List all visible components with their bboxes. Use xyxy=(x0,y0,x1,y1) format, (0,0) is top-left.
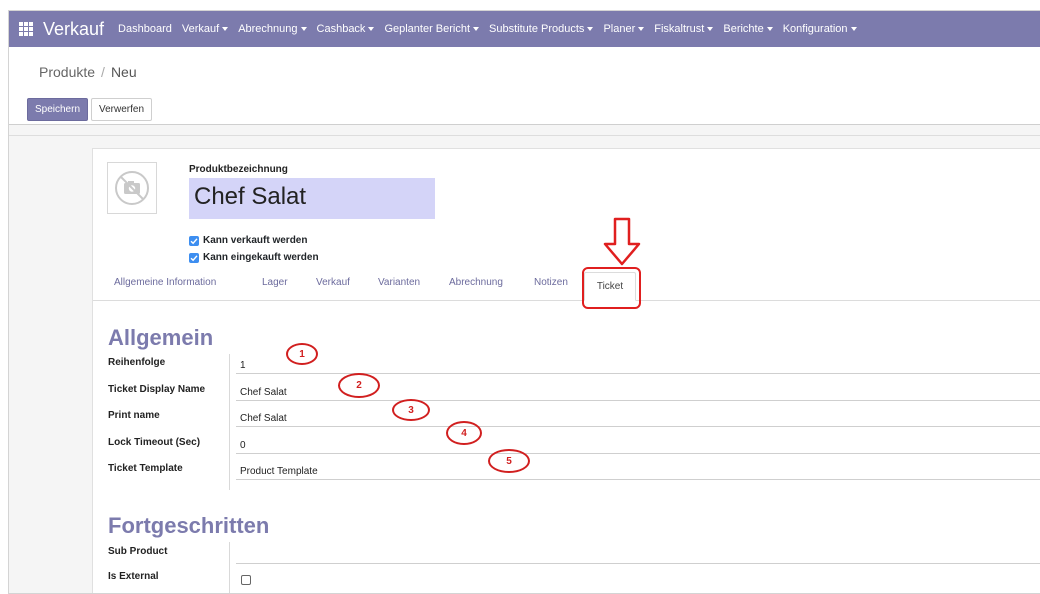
is-external-checkbox[interactable] xyxy=(241,575,251,585)
tab-lager[interactable]: Lager xyxy=(262,277,288,288)
caret-down-icon xyxy=(707,27,714,32)
tab-abrechnung[interactable]: Abrechnung xyxy=(449,277,503,288)
can-be-purchased-label: Kann eingekauft werden xyxy=(203,252,319,263)
menu-item-label: Berichte xyxy=(723,23,764,35)
ticket-template-select[interactable]: Product Template xyxy=(236,460,1040,480)
breadcrumb-separator: / xyxy=(101,64,105,80)
can-be-purchased-checkbox[interactable] xyxy=(189,252,199,263)
check-icon xyxy=(190,237,198,244)
app-window: Verkauf Dashboard Verkauf Abrechnung Cas… xyxy=(8,10,1040,594)
caret-down-icon xyxy=(222,27,229,32)
annotation-marker-1: 1 xyxy=(286,343,318,365)
field-label-is-external: Is External xyxy=(108,571,159,582)
menu-item-cashback[interactable]: Cashback xyxy=(317,23,375,35)
caret-down-icon xyxy=(638,27,645,32)
lock-timeout-input[interactable]: 0 xyxy=(236,434,1040,454)
menu-item-label: Dashboard xyxy=(118,23,172,35)
top-navbar: Verkauf Dashboard Verkauf Abrechnung Cas… xyxy=(9,11,1040,47)
menu-item-planer[interactable]: Planer xyxy=(603,23,645,35)
caret-down-icon xyxy=(300,27,307,32)
label-divider xyxy=(229,542,230,593)
down-arrow-annotation-icon xyxy=(603,217,641,266)
tab-notizen[interactable]: Notizen xyxy=(534,277,568,288)
section-title-general: Allgemein xyxy=(108,325,214,350)
menu-item-verkauf[interactable]: Verkauf xyxy=(181,23,229,35)
menu-item-dashboard[interactable]: Dashboard xyxy=(118,23,172,35)
tab-varianten[interactable]: Varianten xyxy=(378,277,420,288)
menu-item-konfiguration[interactable]: Konfiguration xyxy=(783,23,857,35)
tab-verkauf[interactable]: Verkauf xyxy=(316,277,350,288)
breadcrumb-current: Neu xyxy=(110,64,137,80)
camera-off-icon xyxy=(115,171,149,205)
menu-item-label: Geplanter Bericht xyxy=(384,23,471,35)
menu-item-label: Fiskaltrust xyxy=(654,23,705,35)
menu-item-geplanter-bericht[interactable]: Geplanter Bericht xyxy=(384,23,480,35)
menu-item-label: Verkauf xyxy=(181,23,220,35)
field-label-lock-timeout: Lock Timeout (Sec) xyxy=(108,437,201,448)
notebook-tabs: Allgemeine Information Lager Verkauf Var… xyxy=(93,269,1040,301)
menu-item-abrechnung[interactable]: Abrechnung xyxy=(238,23,307,35)
print-name-input[interactable]: Chef Salat xyxy=(236,407,1040,427)
annotation-marker-3: 3 xyxy=(392,399,430,421)
annotation-marker-2: 2 xyxy=(338,373,380,398)
app-title[interactable]: Verkauf xyxy=(43,19,104,40)
ticket-tab-highlight xyxy=(582,267,641,309)
can-be-sold-label: Kann verkauft werden xyxy=(203,235,308,246)
caret-down-icon xyxy=(766,27,773,32)
can-be-sold-checkbox[interactable] xyxy=(189,235,199,246)
menu-item-berichte[interactable]: Berichte xyxy=(723,23,773,35)
field-label-sequence: Reihenfolge xyxy=(108,357,166,368)
tab-allgemeine-information[interactable]: Allgemeine Information xyxy=(114,277,216,288)
menu-item-label: Konfiguration xyxy=(782,23,848,35)
can-be-sold-row[interactable]: Kann verkauft werden xyxy=(189,235,307,246)
main-menu: Dashboard Verkauf Abrechnung Cashback Ge… xyxy=(118,23,867,35)
breadcrumb: Produkte / Neu xyxy=(39,64,137,80)
menu-item-label: Substitute Products xyxy=(489,23,585,35)
menu-item-label: Abrechnung xyxy=(238,23,298,35)
field-label-print-name: Print name xyxy=(108,410,160,421)
menu-item-label: Planer xyxy=(603,23,636,35)
menu-item-fiskaltrust[interactable]: Fiskaltrust xyxy=(654,23,714,35)
annotation-marker-5: 5 xyxy=(488,449,530,473)
product-image-placeholder[interactable] xyxy=(107,162,157,214)
field-label-ticket-display-name: Ticket Display Name xyxy=(108,384,206,395)
discard-button[interactable]: Verwerfen xyxy=(91,98,152,121)
apps-grid-icon[interactable] xyxy=(19,22,33,36)
control-panel: Produkte / Neu Speichern Verwerfen xyxy=(9,47,1040,125)
section-title-advanced: Fortgeschritten xyxy=(108,513,270,538)
caret-down-icon xyxy=(473,27,480,32)
save-button[interactable]: Speichern xyxy=(27,98,88,121)
field-label-ticket-template: Ticket Template xyxy=(108,463,183,474)
caret-down-icon xyxy=(368,27,375,32)
caret-down-icon xyxy=(587,27,594,32)
field-label-sub-product: Sub Product xyxy=(108,546,168,557)
label-divider xyxy=(229,354,230,490)
menu-item-label: Cashback xyxy=(316,23,366,35)
check-icon xyxy=(190,254,198,261)
product-name-input[interactable]: Chef Salat xyxy=(189,178,435,219)
breadcrumb-parent[interactable]: Produkte xyxy=(39,64,95,80)
form-sheet: Produktbezeichnung Chef Salat Kann verka… xyxy=(92,148,1040,593)
caret-down-icon xyxy=(850,27,857,32)
sub-product-input[interactable] xyxy=(236,544,1040,564)
annotation-marker-4: 4 xyxy=(446,421,482,445)
menu-item-substitute-products[interactable]: Substitute Products xyxy=(489,23,594,35)
sequence-input[interactable]: 1 xyxy=(236,354,1040,374)
can-be-purchased-row[interactable]: Kann eingekauft werden xyxy=(189,252,319,263)
product-name-label: Produktbezeichnung xyxy=(189,164,288,175)
